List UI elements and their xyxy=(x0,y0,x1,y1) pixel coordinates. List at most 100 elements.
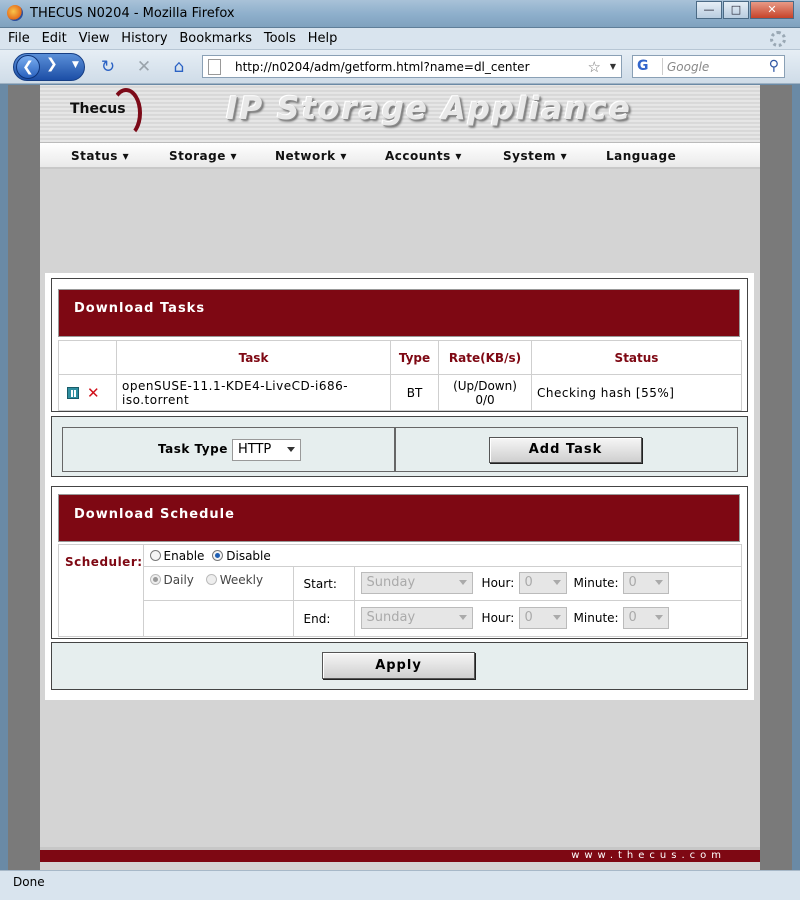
schedule-table: Scheduler: Enable Disable Daily Weekly S… xyxy=(58,544,743,637)
task-type: BT xyxy=(390,374,439,411)
url-bar[interactable]: http://n0204/adm/getform.html?name=dl_ce… xyxy=(202,55,622,78)
close-button[interactable]: ✕ xyxy=(750,1,794,19)
logo-swoosh-icon xyxy=(110,88,142,138)
browser-statusbar: Done xyxy=(0,870,800,900)
site-footer: www.thecus.com xyxy=(40,847,760,862)
download-schedule-heading: Download Schedule xyxy=(58,494,740,542)
weekly-radio[interactable] xyxy=(205,574,217,585)
window-title: THECUS N0204 - Mozilla Firefox xyxy=(30,6,235,21)
scheduler-options: Enable Disable xyxy=(142,544,743,567)
enable-radio[interactable] xyxy=(149,549,161,561)
delete-icon[interactable]: ✕ xyxy=(87,384,100,402)
bookmark-star-icon[interactable]: ☆ xyxy=(588,58,601,76)
forward-icon[interactable]: ❯ xyxy=(46,56,58,72)
task-name: openSUSE-11.1-KDE4-LiveCD-i686-iso.torre… xyxy=(116,374,391,411)
type-header: Type xyxy=(390,340,439,375)
start-minute-select[interactable]: 0 xyxy=(622,572,669,594)
menu-edit[interactable]: Edit xyxy=(42,31,67,46)
task-type-select[interactable]: HTTP xyxy=(232,439,301,461)
chevron-down-icon xyxy=(552,615,561,620)
url-text: http://n0204/adm/getform.html?name=dl_ce… xyxy=(235,60,530,74)
pause-icon[interactable] xyxy=(67,386,79,399)
table-row: ✕ openSUSE-11.1-KDE4-LiveCD-i686-iso.tor… xyxy=(58,374,742,411)
nav-language[interactable]: Language xyxy=(606,149,676,163)
chevron-down-icon xyxy=(552,580,561,585)
apply-button[interactable]: Apply xyxy=(322,652,475,679)
home-icon[interactable]: ⌂ xyxy=(169,57,189,77)
scheduler-label: Scheduler: xyxy=(58,544,144,637)
task-header: Task xyxy=(116,340,391,375)
scheduler-row: Scheduler: Enable Disable xyxy=(58,544,743,637)
daily-label: Daily xyxy=(163,573,194,587)
window-controls: — □ ✕ xyxy=(695,1,794,19)
menu-bookmarks[interactable]: Bookmarks xyxy=(179,31,252,46)
end-hour-label: Hour: xyxy=(481,611,515,625)
start-hour-value: 0 xyxy=(524,575,533,590)
enable-label: Enable xyxy=(163,548,205,563)
start-row: Daily Weekly Start: Sunday Hour: 0 Minut… xyxy=(59,566,743,601)
end-controls: Sunday Hour: 0 Minute: 0 xyxy=(353,600,743,637)
search-icon[interactable]: ⚲ xyxy=(769,58,779,74)
menu-help[interactable]: Help xyxy=(308,31,338,46)
menu-file[interactable]: File xyxy=(8,31,30,46)
url-dropdown-icon[interactable]: ▼ xyxy=(610,62,616,71)
banner-title: IP Storage Appliance xyxy=(226,91,632,127)
frequency-empty-cell xyxy=(142,600,294,637)
end-row: End: Sunday Hour: 0 Minute: 0 xyxy=(59,600,743,637)
stop-icon[interactable]: ✕ xyxy=(134,57,154,77)
download-schedule-section: Download Schedule Scheduler: Enable Disa… xyxy=(51,486,748,639)
download-tasks-section: Download Tasks Task Type Rate(KB/s) Stat… xyxy=(51,278,748,412)
back-icon[interactable]: ❮ xyxy=(16,55,40,79)
nav-status[interactable]: Status ▾ xyxy=(71,149,129,163)
browser-menubar: File Edit View History Bookmarks Tools H… xyxy=(0,28,800,50)
weekly-label: Weekly xyxy=(219,573,264,587)
start-day-value: Sunday xyxy=(366,575,416,590)
nav-system-label: System xyxy=(503,149,556,163)
google-icon[interactable]: G xyxy=(635,58,663,75)
history-dropdown-icon[interactable]: ▼ xyxy=(72,60,79,70)
start-controls: Sunday Hour: 0 Minute: 0 xyxy=(353,566,743,601)
window-titlebar: THECUS N0204 - Mozilla Firefox — □ ✕ xyxy=(0,0,800,28)
nav-storage[interactable]: Storage ▾ xyxy=(169,149,237,163)
maximize-button[interactable]: □ xyxy=(723,1,749,19)
end-minute-select[interactable]: 0 xyxy=(622,607,669,629)
daily-radio[interactable] xyxy=(149,574,161,585)
throbber-icon xyxy=(770,31,786,47)
disable-radio[interactable] xyxy=(212,549,224,561)
rate-value: 0/0 xyxy=(475,392,495,407)
start-day-select[interactable]: Sunday xyxy=(360,572,473,594)
start-hour-select[interactable]: 0 xyxy=(518,572,567,594)
page-viewport: Thecus IP Storage Appliance Status ▾ Sto… xyxy=(8,85,792,870)
search-bar[interactable]: G Google ⚲ xyxy=(632,55,785,78)
site-nav: Status ▾ Storage ▾ Network ▾ Accounts ▾ … xyxy=(40,142,760,169)
reload-icon[interactable]: ↻ xyxy=(98,57,118,77)
chevron-down-icon xyxy=(654,615,663,620)
end-minute-value: 0 xyxy=(628,610,637,625)
task-type-label: Task Type xyxy=(158,442,228,456)
menu-history[interactable]: History xyxy=(121,31,167,46)
nav-network[interactable]: Network ▾ xyxy=(275,149,347,163)
task-status: Checking hash [55%] xyxy=(531,374,742,411)
actions-header xyxy=(58,340,117,375)
nav-system[interactable]: System ▾ xyxy=(503,149,567,163)
menu-view[interactable]: View xyxy=(79,31,110,46)
task-type-cell: Task Type HTTP xyxy=(62,427,395,472)
task-rate: (Up/Down) 0/0 xyxy=(438,374,532,411)
end-hour-select[interactable]: 0 xyxy=(518,607,567,629)
start-label: Start: xyxy=(292,566,355,601)
status-text: Done xyxy=(13,875,45,889)
minimize-button[interactable]: — xyxy=(696,1,722,19)
nav-storage-label: Storage xyxy=(169,149,226,163)
footer-url: www.thecus.com xyxy=(571,850,726,861)
download-center-panel: Download Tasks Task Type Rate(KB/s) Stat… xyxy=(45,273,754,700)
task-type-value: HTTP xyxy=(238,442,272,457)
frequency-options: Daily Weekly xyxy=(142,566,294,601)
start-hour-label: Hour: xyxy=(481,576,515,590)
nav-accounts[interactable]: Accounts ▾ xyxy=(385,149,462,163)
row-actions: ✕ xyxy=(58,374,117,411)
menu-tools[interactable]: Tools xyxy=(264,31,296,46)
chevron-down-icon xyxy=(654,580,663,585)
end-day-select[interactable]: Sunday xyxy=(360,607,473,629)
chevron-down-icon xyxy=(458,615,467,620)
add-task-button[interactable]: Add Task xyxy=(489,437,642,463)
